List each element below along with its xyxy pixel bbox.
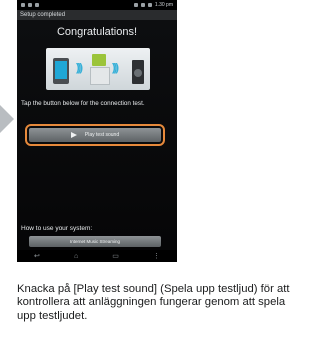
smartphone-icon <box>53 58 69 84</box>
wifi-icon <box>140 3 145 7</box>
image-icon <box>35 3 39 7</box>
home-icon[interactable]: ⌂ <box>74 253 78 260</box>
router-icon <box>92 54 106 66</box>
back-icon[interactable]: ↩ <box>34 252 40 260</box>
setup-content: Congratulations! ))) ))) Tap the button … <box>17 20 177 250</box>
menu-icon[interactable]: ⋮ <box>153 252 160 260</box>
instruction-caption: Knacka på [Play test sound] (Spela upp t… <box>17 283 290 322</box>
play-test-sound-label: Play test sound <box>84 132 120 138</box>
wireless-wave-icon: ))) <box>112 62 119 74</box>
connection-test-instruction: Tap the button below for the connection … <box>21 100 145 107</box>
play-test-sound-button[interactable]: Play test sound <box>29 128 161 142</box>
router-base-icon <box>90 67 110 85</box>
battery-icon <box>147 3 152 7</box>
how-to-use-label: How to use your system: <box>21 225 93 232</box>
usb-icon <box>28 3 32 7</box>
play-icon <box>70 132 77 138</box>
congratulations-heading: Congratulations! <box>56 26 138 38</box>
internet-music-streaming-button[interactable]: Internet Music Streaming <box>29 236 161 247</box>
phone-screenshot: 1.30 pm Setup completed Congratulations!… <box>17 0 177 262</box>
navigation-bar: ↩ ⌂ ▭ ⋮ <box>17 250 177 262</box>
screen-title: Setup completed <box>17 10 177 20</box>
pointer-arrow-icon <box>0 105 14 133</box>
connection-illustration: ))) ))) <box>46 48 150 90</box>
speaker-icon <box>132 60 144 84</box>
settings-icon <box>21 3 25 7</box>
signal-icon <box>133 3 138 7</box>
recent-apps-icon[interactable]: ▭ <box>112 252 119 260</box>
wireless-wave-icon: ))) <box>76 62 83 74</box>
status-bar: 1.30 pm <box>17 0 177 10</box>
status-time: 1.30 pm <box>154 2 173 8</box>
